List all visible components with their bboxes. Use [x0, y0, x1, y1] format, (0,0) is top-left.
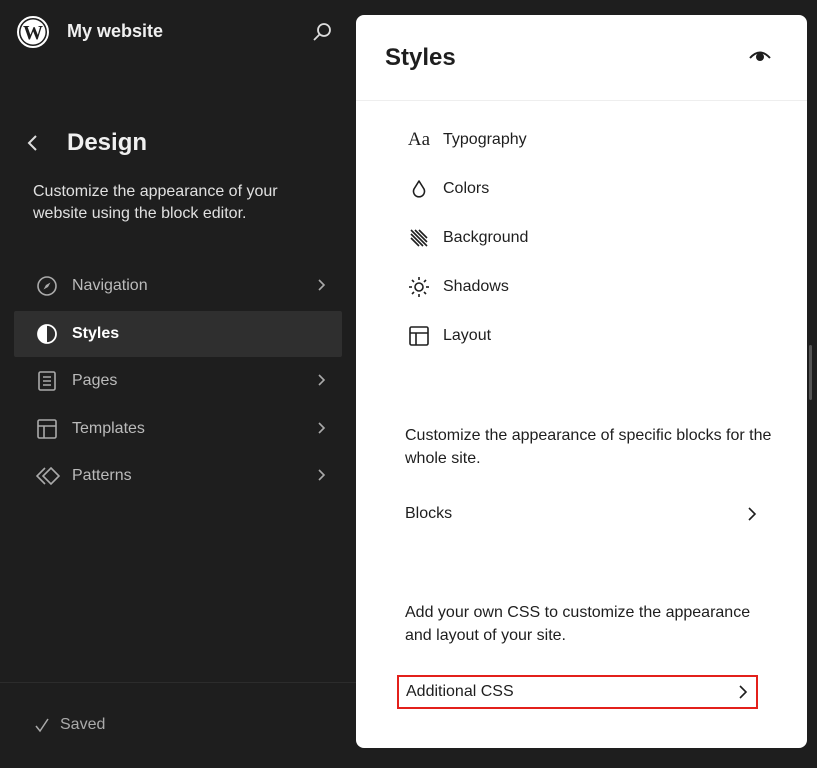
svg-text:W: W	[23, 22, 43, 44]
save-status-label: Saved	[60, 716, 105, 734]
sidebar-heading: Design	[67, 129, 147, 157]
droplet-icon	[405, 177, 433, 201]
item-label: Typography	[443, 131, 527, 149]
additional-css-label: Additional CSS	[406, 683, 514, 701]
sidebar-item-pages[interactable]: Pages	[14, 358, 342, 404]
sidebar-item-patterns[interactable]: Patterns	[14, 453, 342, 499]
sidebar-item-label: Navigation	[72, 277, 148, 295]
layout-icon	[405, 324, 433, 348]
sidebar-item-label: Patterns	[72, 467, 132, 485]
footer-divider	[0, 682, 356, 683]
item-label: Shadows	[443, 278, 509, 296]
eye-icon[interactable]	[749, 49, 771, 65]
chevron-right-icon	[738, 684, 748, 700]
diamond-icon	[36, 465, 58, 487]
hatch-icon	[405, 226, 433, 250]
chevron-right-icon	[316, 468, 326, 482]
sidebar-description: Customize the appearance of your website…	[33, 181, 303, 225]
compass-icon	[36, 275, 58, 297]
item-label: Layout	[443, 327, 491, 345]
page-icon	[36, 370, 58, 392]
panel-item-typography[interactable]: Aa Typography	[405, 125, 527, 155]
sidebar-item-templates[interactable]: Templates	[14, 406, 342, 452]
back-chevron-icon[interactable]	[25, 134, 41, 152]
check-icon	[34, 717, 50, 733]
item-label: Background	[443, 229, 528, 247]
panel-item-shadows[interactable]: Shadows	[405, 272, 509, 302]
layout-icon	[36, 418, 58, 440]
css-description: Add your own CSS to customize the appear…	[405, 601, 775, 647]
panel-item-background[interactable]: Background	[405, 223, 528, 253]
scrollbar[interactable]	[809, 345, 812, 400]
panel-item-colors[interactable]: Colors	[405, 174, 489, 204]
site-title[interactable]: My website	[67, 21, 163, 42]
sidebar-item-label: Styles	[72, 325, 119, 343]
additional-css-button[interactable]: Additional CSS	[397, 675, 758, 709]
panel-header: Styles	[356, 15, 807, 101]
item-label: Colors	[443, 180, 489, 198]
wordpress-logo-icon[interactable]: W	[17, 16, 49, 48]
blocks-button[interactable]: Blocks	[405, 498, 757, 530]
sidebar-item-styles[interactable]: Styles	[14, 311, 342, 357]
chevron-right-icon	[747, 506, 757, 522]
blocks-description: Customize the appearance of specific blo…	[405, 424, 775, 470]
chevron-right-icon	[316, 373, 326, 387]
panel-item-layout[interactable]: Layout	[405, 321, 491, 351]
panel-title: Styles	[385, 44, 456, 72]
typography-icon: Aa	[405, 128, 433, 152]
sun-icon	[405, 275, 433, 299]
chevron-right-icon	[316, 421, 326, 435]
sidebar-item-label: Pages	[72, 372, 117, 390]
sidebar-item-label: Templates	[72, 420, 145, 438]
blocks-label: Blocks	[405, 505, 452, 523]
half-circle-icon	[36, 323, 58, 345]
chevron-right-icon	[316, 278, 326, 292]
styles-panel: Styles Aa Typography Colors Background S…	[356, 15, 807, 748]
save-status: Saved	[34, 716, 105, 734]
search-icon[interactable]	[312, 22, 332, 42]
sidebar-item-navigation[interactable]: Navigation	[14, 263, 342, 309]
